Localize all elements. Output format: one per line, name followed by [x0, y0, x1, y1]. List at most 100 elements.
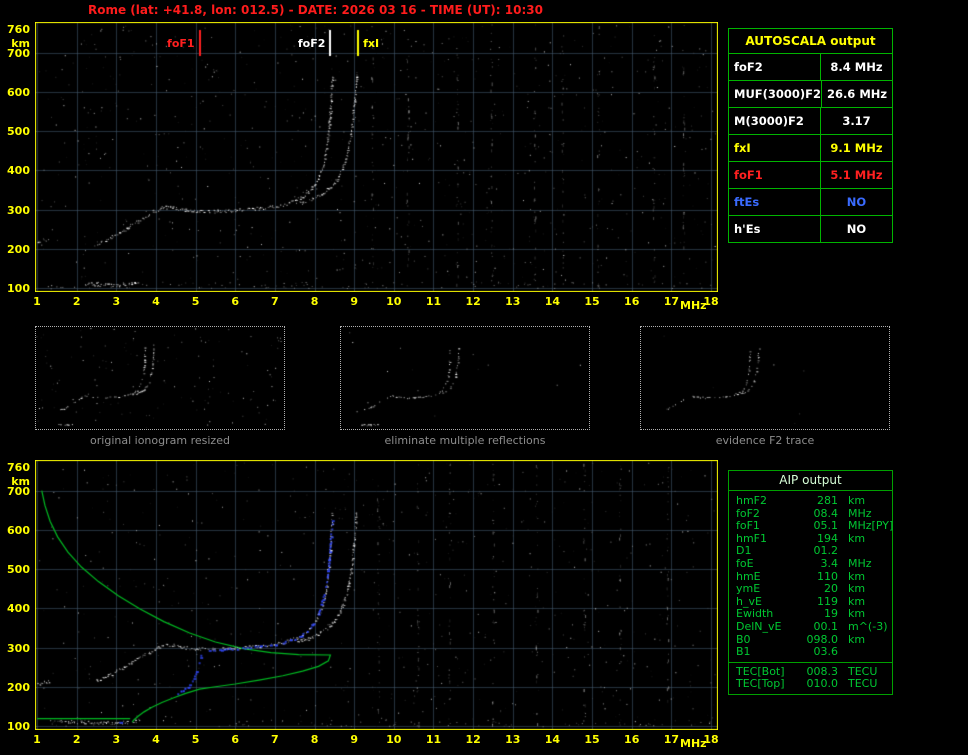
y-tick-label: 600 — [4, 524, 30, 537]
thumbnail-caption: eliminate multiple reflections — [340, 434, 590, 447]
x-tick-label: 8 — [304, 733, 326, 746]
autoscala-row-label: h'Es — [729, 216, 821, 242]
autoscala-row-label: M(3000)F2 — [729, 108, 821, 134]
autoscala-row: fxI9.1 MHz — [729, 135, 892, 162]
autoscala-row-value: 3.17 — [821, 108, 892, 134]
aip-row: foE3.4MHz — [729, 558, 892, 571]
thumbnail-caption: original ionogram resized — [35, 434, 285, 447]
x-tick-label: 18 — [700, 733, 722, 746]
aip-row-value: 010.0 — [798, 678, 838, 691]
aip-row-unit — [838, 646, 848, 659]
aip-row-label: foF1 — [729, 520, 798, 533]
x-tick-label: 7 — [264, 295, 286, 308]
autoscala-row-value: NO — [821, 216, 892, 242]
y-tick-label: 700 — [4, 485, 30, 498]
aip-row-value: 05.1 — [798, 520, 838, 533]
x-tick-label: 15 — [581, 733, 603, 746]
x-tick-label: 4 — [145, 295, 167, 308]
aip-row-label: TEC[Top] — [729, 678, 798, 691]
aip-row-value: 3.4 — [798, 558, 838, 571]
autoscala-table-rows: foF28.4 MHzMUF(3000)F226.6 MHzM(3000)F23… — [729, 54, 892, 242]
x-tick-label: 10 — [383, 295, 405, 308]
autoscala-row-label: ftEs — [729, 189, 821, 215]
y-tick-label: 600 — [4, 86, 30, 99]
aip-row-unit: MHz — [838, 558, 872, 571]
thumbnail-f2-trace-canvas — [641, 327, 889, 429]
x-tick-label: 4 — [145, 733, 167, 746]
aip-row-unit: km — [838, 583, 865, 596]
x-tick-label: 5 — [185, 733, 207, 746]
aip-row-unit: km — [838, 634, 865, 647]
autoscala-row: ftEsNO — [729, 189, 892, 216]
y-tick-label: 400 — [4, 164, 30, 177]
main-ionogram-canvas — [35, 22, 718, 292]
x-tick-label: 1 — [26, 295, 48, 308]
y-tick-label: 100 — [4, 720, 30, 733]
x-tick-label: 9 — [343, 295, 365, 308]
x-tick-label: 15 — [581, 295, 603, 308]
x-tick-label: 17 — [660, 295, 682, 308]
x-tick-label: 2 — [66, 733, 88, 746]
aip-row-label: B1 — [729, 646, 798, 659]
y-tick-label: 500 — [4, 125, 30, 138]
autoscala-output-table: AUTOSCALA output foF28.4 MHzMUF(3000)F22… — [728, 28, 893, 243]
autoscala-table-title: AUTOSCALA output — [729, 29, 892, 54]
aip-row: DelN_vE00.1m^(-3) — [729, 621, 892, 634]
x-tick-label: 7 — [264, 733, 286, 746]
station-date-time-title: Rome (lat: +41.8, lon: 012.5) - DATE: 20… — [88, 3, 543, 17]
aip-row-value: 281 — [798, 495, 838, 508]
y-tick-label: 100 — [4, 282, 30, 295]
x-tick-label: 3 — [105, 295, 127, 308]
autoscala-row: foF28.4 MHz — [729, 54, 892, 81]
y-tick-label: 200 — [4, 681, 30, 694]
x-axis-unit-label: MHz — [680, 299, 707, 312]
autoscala-row: foF15.1 MHz — [729, 162, 892, 189]
thumbnail-original-ionogram — [35, 326, 285, 430]
x-tick-label: 14 — [541, 295, 563, 308]
autoscala-row-label: foF2 — [729, 54, 821, 80]
autoscala-row: M(3000)F23.17 — [729, 108, 892, 135]
aip-row: B0098.0km — [729, 634, 892, 647]
aip-row: ymE20km — [729, 583, 892, 596]
autoscala-row-label: fxI — [729, 135, 821, 161]
aip-row-label: DelN_vE — [729, 621, 798, 634]
aip-row-unit: km — [838, 533, 865, 546]
x-tick-label: 8 — [304, 295, 326, 308]
x-tick-label: 6 — [224, 733, 246, 746]
thumbnail-no-multiples-canvas — [341, 327, 589, 429]
y-tick-label: 700 — [4, 47, 30, 60]
aip-row: hmF2281km — [729, 495, 892, 508]
thumbnail-caption: evidence F2 trace — [640, 434, 890, 447]
y-tick-label: 500 — [4, 563, 30, 576]
x-tick-label: 14 — [541, 733, 563, 746]
y-tick-label: 760 — [4, 461, 30, 474]
aip-row-value: 00.1 — [798, 621, 838, 634]
x-tick-label: 2 — [66, 295, 88, 308]
x-tick-label: 1 — [26, 733, 48, 746]
aip-row-label: foE — [729, 558, 798, 571]
aip-table-rows: hmF2281kmfoF208.4MHzfoF105.1MHz[PY]hmF11… — [729, 491, 892, 694]
aip-table-title: AIP output — [729, 471, 892, 491]
autoscala-row-value: NO — [821, 189, 892, 215]
x-tick-label: 12 — [462, 295, 484, 308]
x-tick-label: 5 — [185, 295, 207, 308]
y-tick-label: 300 — [4, 204, 30, 217]
x-tick-label: 10 — [383, 733, 405, 746]
aip-row-unit: TECU — [838, 678, 877, 691]
y-tick-label: 400 — [4, 602, 30, 615]
y-tick-label: 760 — [4, 23, 30, 36]
x-axis-unit-label: MHz — [680, 737, 707, 750]
y-axis-unit-label: km — [4, 37, 30, 50]
x-tick-label: 11 — [422, 295, 444, 308]
y-tick-label: 200 — [4, 243, 30, 256]
autoscala-row-value: 5.1 MHz — [821, 162, 892, 188]
x-tick-label: 13 — [502, 733, 524, 746]
x-tick-label: 3 — [105, 733, 127, 746]
aip-row-unit: MHz — [838, 520, 872, 533]
y-axis-unit-label: km — [4, 475, 30, 488]
autoscala-row: h'EsNO — [729, 216, 892, 242]
aip-output-table: AIP output hmF2281kmfoF208.4MHzfoF105.1M… — [728, 470, 893, 695]
profile-ionogram-canvas — [35, 460, 718, 730]
aip-row-value: 20 — [798, 583, 838, 596]
aip-row-value: 03.6 — [798, 646, 838, 659]
